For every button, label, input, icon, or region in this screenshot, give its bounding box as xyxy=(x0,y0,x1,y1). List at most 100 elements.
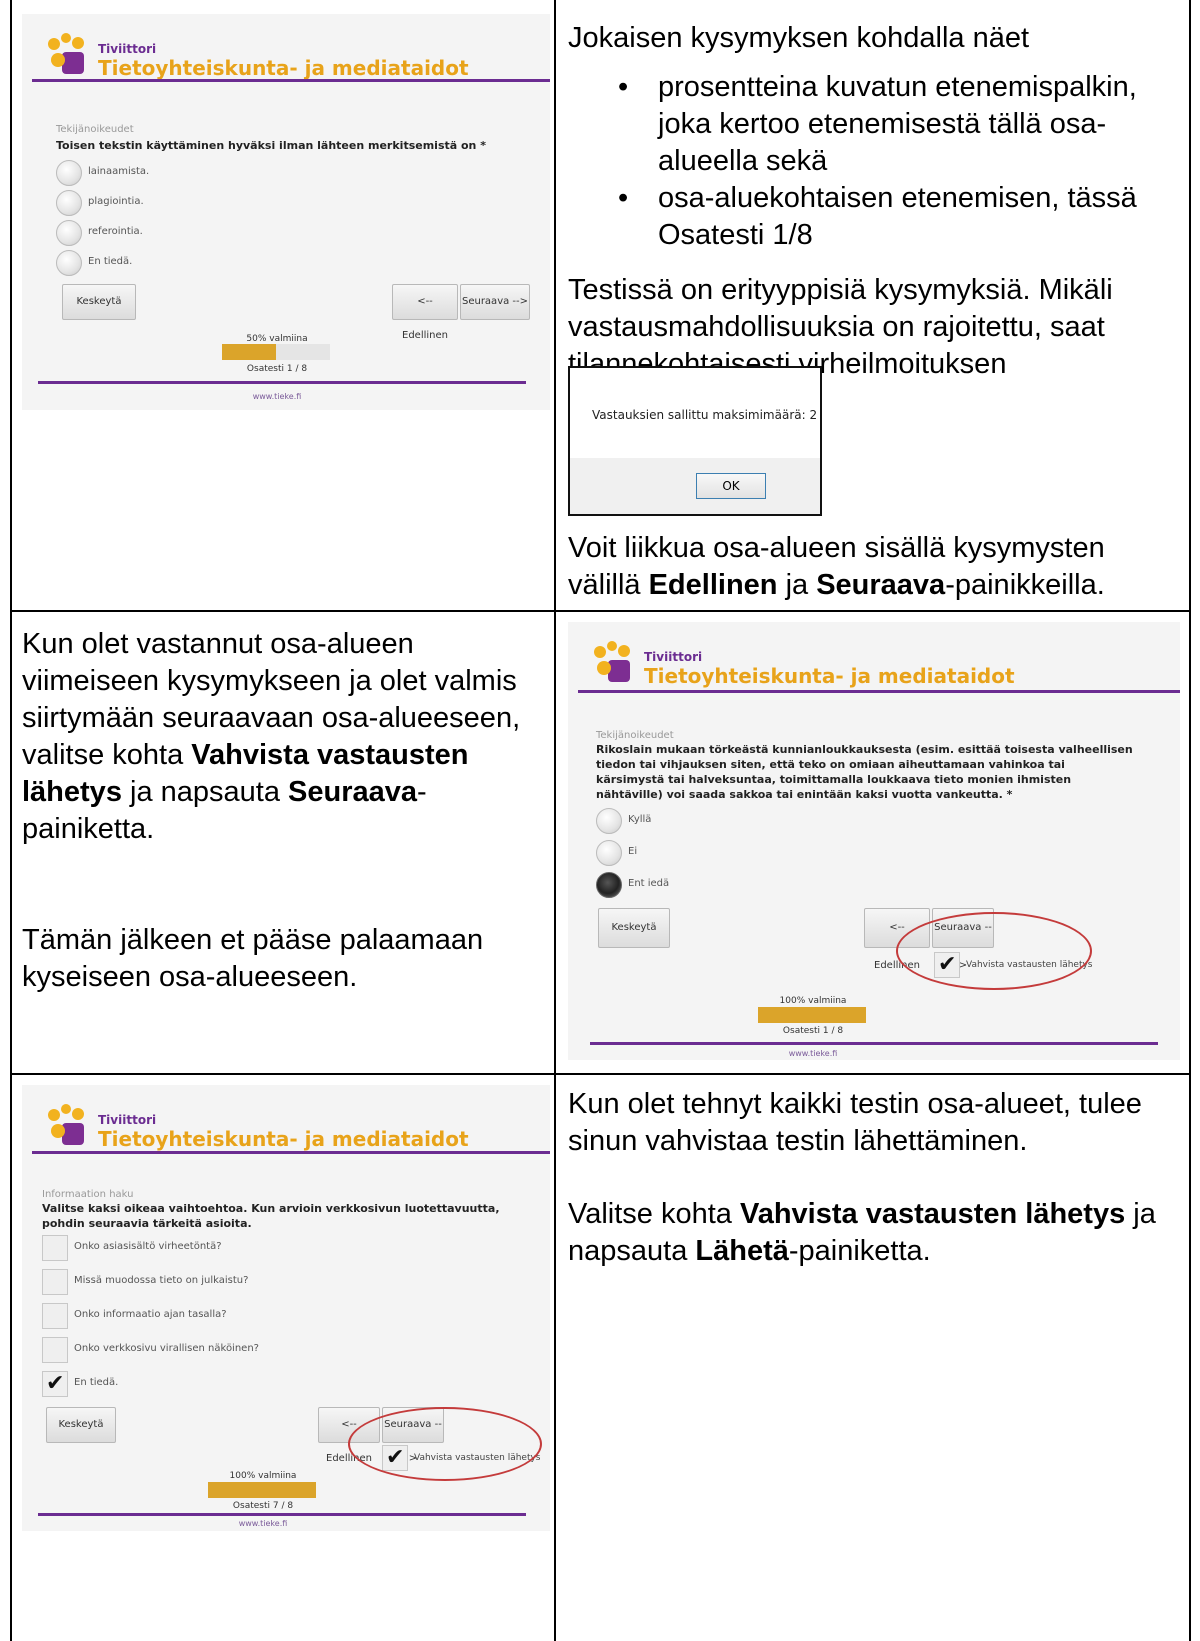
option-label: Onko asiasisältö virheetöntä? xyxy=(74,1241,222,1252)
brand-small: Tiviittori xyxy=(98,42,157,56)
tiviittori-logo-icon xyxy=(48,33,84,74)
text-run: Valitse kohta xyxy=(568,1198,740,1230)
intro-text: Jokaisen kysymyksen kohdalla näet xyxy=(568,22,1030,54)
table-border-right xyxy=(1189,0,1191,1641)
suspend-button[interactable]: Keskeytä xyxy=(62,284,136,320)
bullet-list: prosentteina kuvatun etenemispalkin, jok… xyxy=(568,69,1180,254)
previous-button[interactable]: <-- Edellinen xyxy=(392,284,458,341)
bullet-item: prosentteina kuvatun etenemispalkin, jok… xyxy=(568,69,1180,180)
cell-r3-right: Kun olet tehnyt kaikki testin osa-alueet… xyxy=(568,1086,1180,1270)
progress-fill xyxy=(758,1007,866,1023)
footer-rule xyxy=(590,1042,1158,1045)
highlight-circle xyxy=(348,1407,542,1481)
progress-fill xyxy=(208,1482,316,1498)
tiviittori-logo-icon xyxy=(48,1104,84,1145)
table-border-left xyxy=(10,0,12,1641)
suspend-button[interactable]: Keskeytä xyxy=(46,1407,116,1443)
section-title: Informaation haku xyxy=(42,1189,134,1200)
option-label: Missä muodossa tieto on julkaistu? xyxy=(74,1275,249,1286)
radio-button[interactable] xyxy=(56,160,82,186)
text-run: ja xyxy=(777,569,817,601)
header-rule xyxy=(32,1151,550,1154)
cell-r2-left: Kun olet vastannut osa-alueen viimeiseen… xyxy=(22,626,550,996)
option-label: Onko informaatio ajan tasalla? xyxy=(74,1309,227,1320)
cell-r1-right: Jokaisen kysymyksen kohdalla näet prosen… xyxy=(568,20,1180,383)
text-bold: Seuraava xyxy=(288,776,418,808)
text-run: ja napsauta xyxy=(121,776,289,808)
option-label: Onko verkkosivu virallisen näköinen? xyxy=(74,1343,259,1354)
brand-title: Tietoyhteiskunta- ja mediataidot xyxy=(98,1127,469,1151)
checkbox[interactable] xyxy=(42,1303,68,1329)
option-label: Ent iedä xyxy=(628,878,670,889)
footer-link[interactable]: www.tieke.fi xyxy=(222,392,332,401)
table-row-divider-2 xyxy=(10,1073,1191,1075)
section-pager: Osatesti 1 / 8 xyxy=(782,1026,844,1036)
tiviittori-logo-icon xyxy=(594,641,630,682)
question-text: Toisen tekstin käyttäminen hyväksi ilman… xyxy=(56,139,486,152)
dialog-button-bar: OK xyxy=(570,458,820,514)
text-bold: Seuraava xyxy=(816,569,946,601)
radio-button[interactable] xyxy=(596,808,622,834)
text-bold: Vahvista vastausten lähetys xyxy=(739,1198,1126,1230)
option-label: referointia. xyxy=(88,226,143,237)
brand: Tiviittori Tietoyhteiskunta- ja mediatai… xyxy=(590,638,1015,688)
instruction-text: Kun olet tehnyt kaikki testin osa-alueet… xyxy=(568,1088,1142,1157)
progress-bar xyxy=(208,1482,316,1498)
checkbox[interactable] xyxy=(42,1337,68,1363)
header-rule xyxy=(32,79,550,82)
brand-small: Tiviittori xyxy=(98,1113,157,1127)
section-title: Tekijänoikeudet xyxy=(596,730,674,741)
highlight-circle xyxy=(896,912,1092,990)
brand-small: Tiviittori xyxy=(644,650,703,664)
brand-title: Tietoyhteiskunta- ja mediataidot xyxy=(98,56,469,80)
text-bold: Edellinen xyxy=(648,569,778,601)
question-text: Valitse kaksi oikeaa vaihtoehtoa. Kun ar… xyxy=(42,1202,500,1230)
option-label: lainaamista. xyxy=(88,166,150,177)
question-text: Rikoslain mukaan törkeästä kunnianloukka… xyxy=(596,743,1133,801)
text-run: -painikkeilla. xyxy=(945,569,1105,601)
ok-button[interactable]: OK xyxy=(696,473,766,499)
checkbox[interactable] xyxy=(42,1371,68,1397)
option-label: Kyllä xyxy=(628,814,652,825)
radio-button[interactable] xyxy=(56,190,82,216)
screenshot-last-question: Tiviittori Tietoyhteiskunta- ja mediatai… xyxy=(568,622,1180,1060)
footer-link[interactable]: www.tieke.fi xyxy=(208,1519,318,1528)
radio-button[interactable] xyxy=(56,250,82,276)
section-pager: Osatesti 7 / 8 xyxy=(232,1501,294,1511)
progress-bar xyxy=(222,344,330,360)
radio-button[interactable] xyxy=(596,872,622,898)
dialog-message: Vastauksien sallittu maksimimäärä: 2 xyxy=(592,408,818,422)
section-pager: Osatesti 1 / 8 xyxy=(246,364,308,374)
progress-label: 100% valmiina xyxy=(779,996,847,1006)
brand: Tiviittori Tietoyhteiskunta- ja mediatai… xyxy=(44,30,469,80)
screenshot-question-radio: Tiviittori Tietoyhteiskunta- ja mediatai… xyxy=(22,14,550,410)
instruction-text: Kun olet vastannut osa-alueen viimeiseen… xyxy=(22,626,550,848)
brand-title: Tietoyhteiskunta- ja mediataidot xyxy=(644,664,1015,688)
table-row-divider-1 xyxy=(10,610,1191,612)
footer-rule xyxy=(38,1513,526,1516)
option-label: En tiedä. xyxy=(88,256,133,267)
submit-text: Valitse kohta Vahvista vastausten lähety… xyxy=(568,1196,1180,1270)
progress-fill xyxy=(222,344,276,360)
progress-label: 100% valmiina xyxy=(229,1471,297,1481)
checkbox[interactable] xyxy=(42,1269,68,1295)
radio-button[interactable] xyxy=(596,840,622,866)
section-title: Tekijänoikeudet xyxy=(56,124,134,135)
screenshot-final-submit: Tiviittori Tietoyhteiskunta- ja mediatai… xyxy=(22,1085,550,1531)
option-label: En tiedä. xyxy=(74,1377,119,1388)
checkbox[interactable] xyxy=(42,1235,68,1261)
note-text: Tämän jälkeen et pääse palaamaan kyseise… xyxy=(22,924,484,993)
option-label: Ei xyxy=(628,846,638,857)
nav-text: Voit liikkua osa-alueen sisällä kysymyst… xyxy=(568,530,1180,604)
footer-rule xyxy=(38,381,526,384)
bullet-item: osa-aluekohtaisen etenemisen, tässä Osat… xyxy=(568,180,1180,254)
next-button[interactable]: Seuraava --> xyxy=(460,284,530,320)
radio-button[interactable] xyxy=(56,220,82,246)
header-rule xyxy=(578,690,1180,693)
progress-label: 50% valmiina xyxy=(246,334,308,344)
table-column-divider xyxy=(554,0,556,1641)
footer-link[interactable]: www.tieke.fi xyxy=(758,1049,868,1058)
suspend-button[interactable]: Keskeytä xyxy=(598,908,670,948)
option-label: plagiointia. xyxy=(88,196,144,207)
progress-bar xyxy=(758,1007,866,1023)
